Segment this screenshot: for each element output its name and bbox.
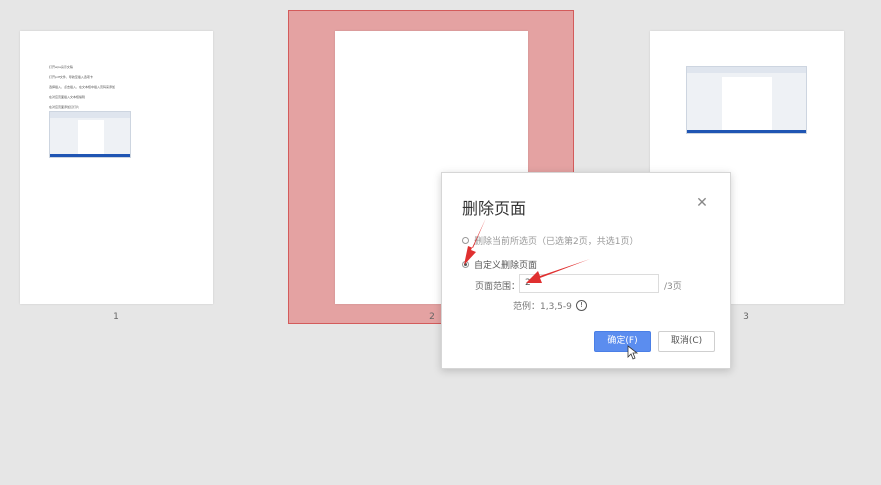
page-range-label: 页面范围： [475, 282, 521, 292]
radio-delete-current-selection[interactable]: 删除当前所选页（已选第2页，共选1页） [462, 234, 638, 247]
dialog-title: 删除页面 [462, 199, 527, 218]
close-icon[interactable]: ✕ [694, 195, 710, 211]
radio-custom-delete[interactable]: 自定义删除页面 [462, 258, 537, 271]
page-number-3: 3 [743, 312, 749, 322]
range-example-hint: 范例：1,3,5-9 ! [513, 299, 587, 312]
info-icon[interactable]: ! [575, 300, 587, 311]
page-range-input[interactable]: 2 [519, 274, 659, 293]
confirm-button[interactable]: 确定(F) [594, 331, 651, 352]
page-text-line: 在对应页面添加幻灯片 [49, 105, 80, 109]
delete-pages-dialog: 删除页面 ✕ 删除当前所选页（已选第2页，共选1页） 自定义删除页面 页面范围：… [441, 172, 731, 369]
page-total-label: /3页 [664, 282, 682, 292]
page-text-line: 打开wps演示文稿 [49, 65, 73, 69]
page-text-line: 在对应页面插入文本框编辑 [49, 95, 86, 99]
radio-label: 删除当前所选页（已选第2页，共选1页） [474, 237, 639, 247]
page-text-line: 打开pdf文件，导航至插入选项卡 [49, 75, 93, 79]
cancel-button[interactable]: 取消(C) [658, 331, 715, 352]
page-number-1: 1 [113, 312, 119, 322]
example-text: 范例：1,3,5-9 [513, 302, 572, 312]
radio-button[interactable] [462, 237, 469, 244]
page-screenshot-image [49, 111, 131, 158]
radio-button-selected[interactable] [462, 261, 469, 268]
radio-label: 自定义删除页面 [474, 261, 538, 271]
page-text-line: 选择插入，点击插入，在文本框中插入页码来添加 [49, 85, 116, 89]
page-thumbnail-1[interactable]: 打开wps演示文稿 打开pdf文件，导航至插入选项卡 选择插入，点击插入，在文本… [20, 31, 213, 304]
page-screenshot-image [686, 66, 807, 134]
